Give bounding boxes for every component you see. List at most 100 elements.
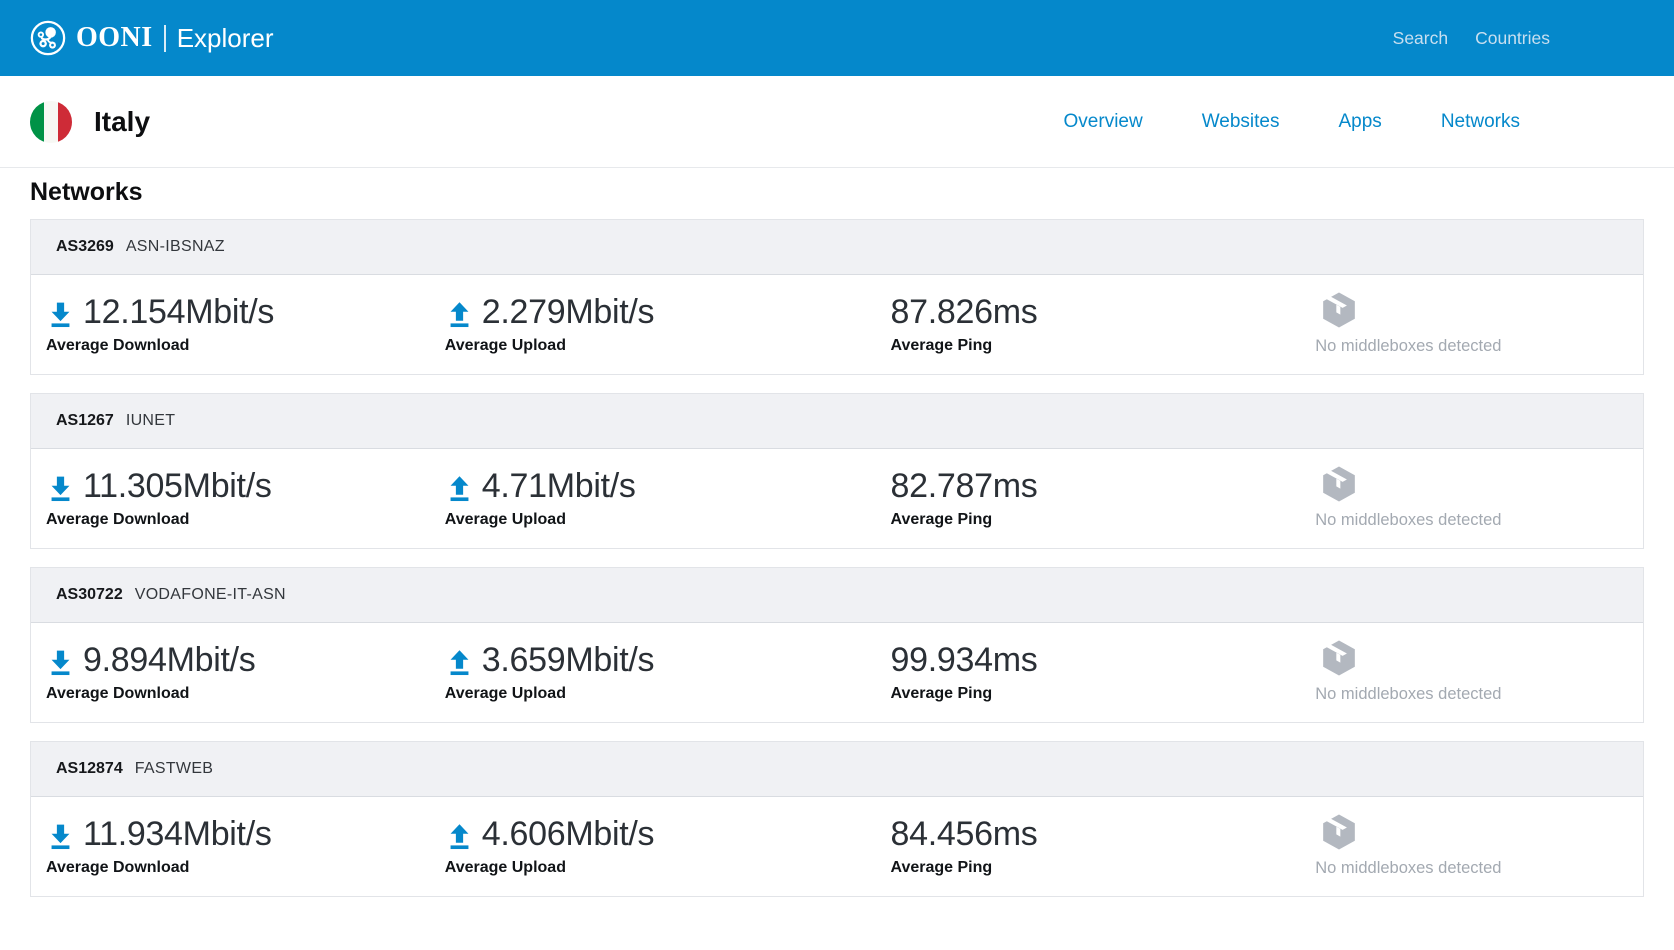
asn-name: ASN-IBSNAZ: [126, 238, 225, 256]
middlebox-icon-row: [1315, 811, 1643, 853]
upload-arrow-icon: [445, 821, 474, 850]
upload-label: Average Upload: [445, 511, 773, 529]
ping-value: 82.787ms: [891, 468, 1038, 504]
package-box-icon: [1319, 289, 1359, 331]
asn-name: VODAFONE-IT-ASN: [135, 586, 286, 604]
middlebox-status-text: No middleboxes detected: [1315, 859, 1643, 878]
network-card-body: 12.154Mbit/s Average Download 2.279Mbit/…: [31, 275, 1643, 374]
ping-label: Average Ping: [891, 859, 1219, 877]
stat-average-ping: 84.456ms Average Ping: [773, 816, 1219, 896]
network-card: AS1267 IUNET 11.305Mbit/s Average Downlo…: [30, 393, 1644, 549]
stat-middlebox: No middleboxes detected: [1218, 294, 1643, 374]
ping-value: 84.456ms: [891, 816, 1038, 852]
middlebox-status-text: No middleboxes detected: [1315, 337, 1643, 356]
network-card-header[interactable]: AS12874 FASTWEB: [31, 742, 1643, 797]
middlebox-status-text: No middleboxes detected: [1315, 511, 1643, 530]
stat-average-upload: 4.606Mbit/s Average Upload: [374, 816, 773, 896]
search-link[interactable]: Search: [1393, 28, 1448, 49]
asn-number: AS3269: [56, 238, 114, 256]
download-arrow-icon: [46, 647, 75, 676]
upload-value-row: 3.659Mbit/s: [445, 642, 773, 678]
upload-value-row: 4.71Mbit/s: [445, 468, 773, 504]
country-nav: Overview Websites Apps Networks: [1064, 111, 1520, 133]
network-card: AS30722 VODAFONE-IT-ASN 9.894Mbit/s Aver…: [30, 567, 1644, 723]
middlebox-icon-row: [1315, 463, 1643, 505]
ping-value-row: 87.826ms: [891, 294, 1219, 330]
upload-value-row: 2.279Mbit/s: [445, 294, 773, 330]
upload-value: 3.659Mbit/s: [482, 642, 654, 678]
asn-number: AS1267: [56, 412, 114, 430]
download-label: Average Download: [46, 337, 374, 355]
country-header: Italy Overview Websites Apps Networks: [0, 76, 1674, 168]
tab-networks[interactable]: Networks: [1441, 111, 1520, 133]
network-card-header[interactable]: AS1267 IUNET: [31, 394, 1643, 449]
tab-apps[interactable]: Apps: [1339, 111, 1382, 133]
download-value-row: 11.934Mbit/s: [46, 816, 374, 852]
network-card-body: 11.305Mbit/s Average Download 4.71Mbit/s…: [31, 449, 1643, 548]
network-card: AS3269 ASN-IBSNAZ 12.154Mbit/s Average D…: [30, 219, 1644, 375]
countries-link[interactable]: Countries: [1475, 28, 1550, 49]
ping-label: Average Ping: [891, 337, 1219, 355]
stat-average-download: 11.305Mbit/s Average Download: [31, 468, 374, 548]
download-value: 11.934Mbit/s: [83, 816, 272, 852]
download-value-row: 9.894Mbit/s: [46, 642, 374, 678]
network-card-header[interactable]: AS30722 VODAFONE-IT-ASN: [31, 568, 1643, 623]
download-label: Average Download: [46, 511, 374, 529]
upload-value: 2.279Mbit/s: [482, 294, 654, 330]
tab-overview[interactable]: Overview: [1064, 111, 1143, 133]
package-box-icon: [1319, 637, 1359, 679]
download-label: Average Download: [46, 685, 374, 703]
network-list: AS3269 ASN-IBSNAZ 12.154Mbit/s Average D…: [30, 219, 1644, 897]
country-title: Italy: [94, 106, 150, 138]
download-label: Average Download: [46, 859, 374, 877]
upload-arrow-icon: [445, 299, 474, 328]
stat-average-download: 12.154Mbit/s Average Download: [31, 294, 374, 374]
italy-flag-icon: [30, 101, 72, 143]
top-navbar: OONI Explorer Search Countries: [0, 0, 1674, 76]
stat-middlebox: No middleboxes detected: [1218, 816, 1643, 896]
download-value-row: 12.154Mbit/s: [46, 294, 374, 330]
download-value: 12.154Mbit/s: [83, 294, 274, 330]
middlebox-icon-row: [1315, 289, 1643, 331]
download-value-row: 11.305Mbit/s: [46, 468, 374, 504]
network-card: AS12874 FASTWEB 11.934Mbit/s Average Dow…: [30, 741, 1644, 897]
asn-number: AS30722: [56, 586, 123, 604]
download-arrow-icon: [46, 299, 75, 328]
network-card-body: 9.894Mbit/s Average Download 3.659Mbit/s…: [31, 623, 1643, 722]
asn-name: IUNET: [126, 412, 176, 430]
package-box-icon: [1319, 811, 1359, 853]
network-card-body: 11.934Mbit/s Average Download 4.606Mbit/…: [31, 797, 1643, 896]
ooni-octopus-logo-icon[interactable]: [30, 20, 66, 56]
network-card-header[interactable]: AS3269 ASN-IBSNAZ: [31, 220, 1643, 275]
middlebox-icon-row: [1315, 637, 1643, 679]
upload-label: Average Upload: [445, 685, 773, 703]
ping-label: Average Ping: [891, 511, 1219, 529]
brand-name[interactable]: OONI: [76, 22, 153, 54]
upload-value: 4.606Mbit/s: [482, 816, 654, 852]
ping-value-row: 82.787ms: [891, 468, 1219, 504]
upload-label: Average Upload: [445, 859, 773, 877]
section-title-networks: Networks: [30, 178, 1644, 206]
ping-value: 87.826ms: [891, 294, 1038, 330]
ping-value-row: 84.456ms: [891, 816, 1219, 852]
stat-average-upload: 2.279Mbit/s Average Upload: [374, 294, 773, 374]
upload-label: Average Upload: [445, 337, 773, 355]
middlebox-status-text: No middleboxes detected: [1315, 685, 1643, 704]
stat-average-download: 9.894Mbit/s Average Download: [31, 642, 374, 722]
stat-average-ping: 82.787ms Average Ping: [773, 468, 1219, 548]
asn-name: FASTWEB: [135, 760, 214, 778]
ping-value-row: 99.934ms: [891, 642, 1219, 678]
stat-average-ping: 87.826ms Average Ping: [773, 294, 1219, 374]
brand-subtitle[interactable]: Explorer: [177, 23, 274, 54]
tab-websites[interactable]: Websites: [1202, 111, 1280, 133]
download-value: 11.305Mbit/s: [83, 468, 272, 504]
stat-average-ping: 99.934ms Average Ping: [773, 642, 1219, 722]
upload-arrow-icon: [445, 647, 474, 676]
asn-number: AS12874: [56, 760, 123, 778]
topbar-links: Search Countries: [1393, 28, 1550, 49]
package-box-icon: [1319, 463, 1359, 505]
stat-average-download: 11.934Mbit/s Average Download: [31, 816, 374, 896]
brand-separator: [164, 25, 166, 52]
main-content: Networks AS3269 ASN-IBSNAZ 12.154Mbit/s …: [0, 178, 1674, 897]
stat-middlebox: No middleboxes detected: [1218, 468, 1643, 548]
